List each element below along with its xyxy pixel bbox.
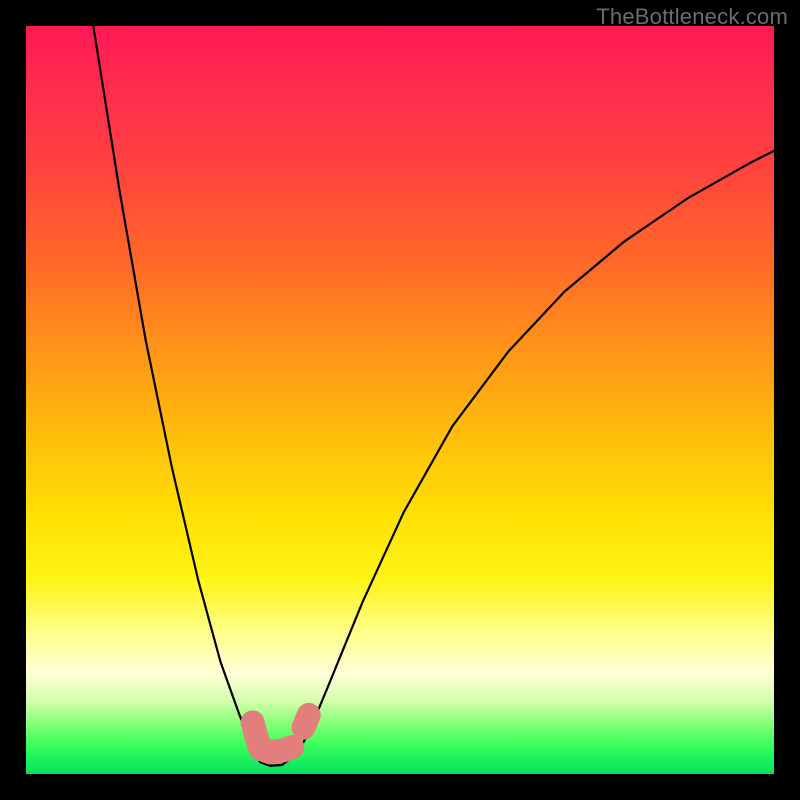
plot-area	[26, 26, 774, 774]
bottleneck-curve	[93, 26, 774, 766]
chart-frame: TheBottleneck.com	[0, 0, 800, 800]
curve-svg	[26, 26, 774, 774]
marker-stroke	[253, 722, 293, 752]
watermark-text: TheBottleneck.com	[596, 4, 788, 30]
marker-group	[253, 715, 309, 752]
marker-stroke	[304, 715, 309, 728]
